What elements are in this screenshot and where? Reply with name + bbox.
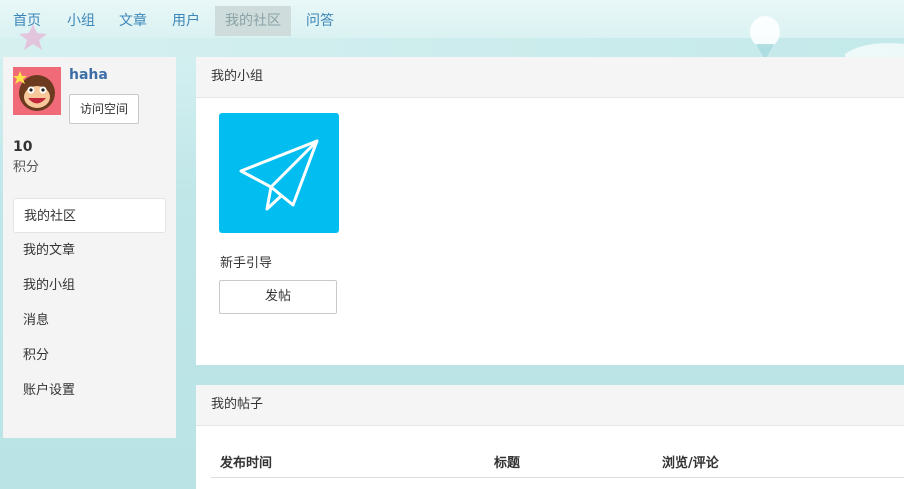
column-header-publish-time: 发布时间 — [220, 456, 273, 471]
column-header-title: 标题 — [494, 456, 521, 471]
group-tile[interactable] — [219, 113, 339, 233]
sidebar-menu: 我的社区 我的文章 我的小组 消息 积分 账户设置 — [13, 198, 166, 408]
nav-item-articles[interactable]: 文章 — [114, 6, 152, 36]
username-link[interactable]: haha — [69, 67, 108, 83]
post-button[interactable]: 发帖 — [219, 280, 337, 314]
my-groups-panel: 我的小组 新手引导 发帖 — [196, 57, 904, 365]
sidebar-item-my-groups[interactable]: 我的小组 — [13, 268, 166, 303]
group-name[interactable]: 新手引导 — [219, 252, 339, 271]
paper-plane-icon — [239, 139, 319, 211]
nav-item-groups[interactable]: 小组 — [62, 6, 100, 36]
sidebar-item-messages[interactable]: 消息 — [13, 303, 166, 338]
nav-item-home[interactable]: 首页 — [8, 6, 46, 36]
sidebar: haha 访问空间 10 积分 我的社区 我的文章 我的小组 消息 积分 账户设… — [3, 57, 176, 438]
monkey-avatar-icon[interactable] — [13, 67, 61, 115]
sidebar-item-points[interactable]: 积分 — [13, 338, 166, 373]
my-posts-title: 我的帖子 — [196, 385, 904, 426]
top-navigation: 首页 小组 文章 用户 我的社区 问答 — [0, 0, 904, 40]
points-label: 积分 — [13, 160, 40, 175]
group-card: 新手引导 发帖 — [219, 113, 339, 314]
sidebar-item-my-community[interactable]: 我的社区 — [13, 198, 166, 233]
visit-space-button[interactable]: 访问空间 — [69, 94, 139, 124]
sidebar-item-account-settings[interactable]: 账户设置 — [13, 373, 166, 408]
column-header-views-comments: 浏览/评论 — [662, 456, 719, 471]
points-value: 10 — [13, 139, 33, 155]
table-header-divider — [211, 477, 904, 478]
nav-item-users[interactable]: 用户 — [167, 6, 205, 36]
sidebar-item-my-articles[interactable]: 我的文章 — [13, 233, 166, 268]
nav-item-qa[interactable]: 问答 — [301, 6, 339, 36]
my-posts-panel: 我的帖子 发布时间 标题 浏览/评论 — [196, 385, 904, 489]
nav-item-my-community[interactable]: 我的社区 — [215, 6, 291, 36]
my-groups-title: 我的小组 — [196, 57, 904, 98]
